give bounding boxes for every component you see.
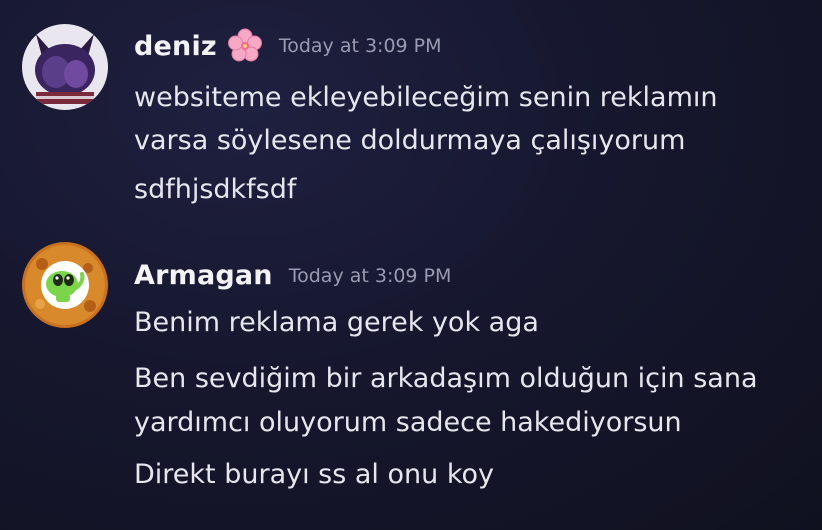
username-deniz[interactable]: deniz: [134, 31, 217, 62]
avatar-deniz[interactable]: [22, 24, 108, 110]
message-text-line: Direkt burayı ss al onu koy: [134, 459, 495, 490]
message-header-deniz: deniz Today at 3:09 PM: [134, 28, 442, 64]
message-header-armagan: Armagan Today at 3:09 PM: [134, 260, 451, 291]
message-text-line: websiteme ekleyebileceğim senin reklamın: [134, 82, 718, 113]
avatar-armagan[interactable]: [22, 242, 108, 328]
avatar-armagan-image: [22, 242, 108, 328]
message-group-armagan: Armagan Today at 3:09 PM Benim reklama g…: [0, 220, 822, 520]
message-text-line: varsa söylesene doldurmaya çalışıyorum: [134, 125, 686, 156]
timestamp-armagan: Today at 3:09 PM: [288, 264, 452, 287]
message-text-line: sdfhjsdkfsdf: [134, 174, 297, 205]
username-armagan[interactable]: Armagan: [134, 260, 273, 291]
message-text-line: yardımcı oluyorum sadece hakediyorsun: [134, 407, 682, 438]
cherry-blossom-icon: [227, 28, 263, 64]
avatar-deniz-image: [22, 24, 108, 110]
timestamp-deniz: Today at 3:09 PM: [278, 35, 442, 57]
message-text-line: Benim reklama gerek yok aga: [134, 307, 539, 338]
message-text-line: Ben sevdiğim bir arkadaşım olduğun için …: [134, 363, 758, 394]
message-group-deniz: deniz Today at 3:09 PM websiteme ekleyeb…: [0, 0, 822, 220]
